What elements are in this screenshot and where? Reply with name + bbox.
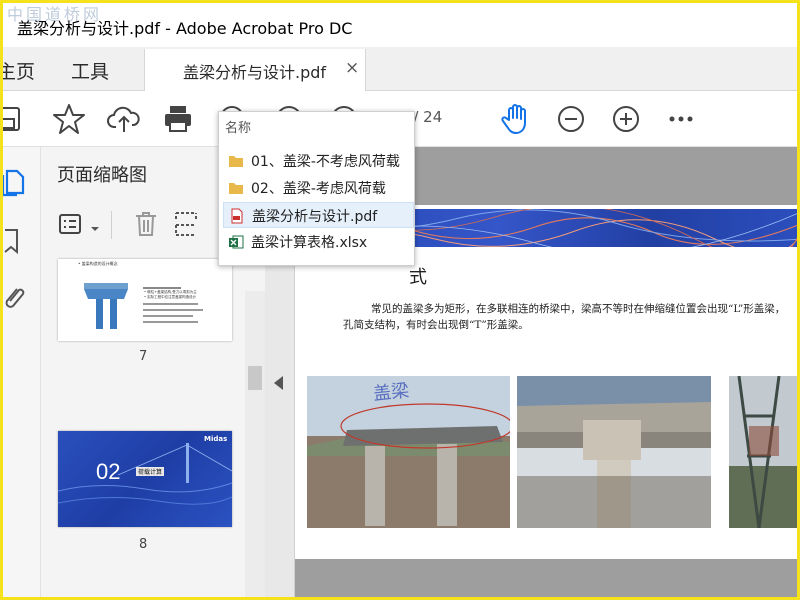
popup-item-label: 01、盖梁-不考虑风荷载 bbox=[251, 154, 400, 170]
tab-home[interactable]: 主页 bbox=[3, 57, 35, 84]
body-paragraph-line-2: 孔简支结构，有时会出现倒“T”形盖梁。 bbox=[343, 319, 529, 331]
thumbnail-page-7-graphic bbox=[84, 283, 203, 329]
thumbnails-scrollbar-thumb[interactable] bbox=[248, 366, 262, 390]
page-total: / 24 bbox=[413, 108, 443, 126]
title-bar: 中国道桥网 盖梁分析与设计.pdf - Adobe Acrobat Pro DC bbox=[3, 3, 797, 47]
hand-icon[interactable] bbox=[498, 101, 534, 137]
pier-cap-photo-2 bbox=[517, 376, 711, 528]
popup-column-header[interactable]: 名称 bbox=[225, 117, 251, 136]
excel-file-icon bbox=[228, 234, 244, 250]
toolbar-divider bbox=[111, 211, 112, 239]
attachment-icon[interactable] bbox=[3, 283, 29, 313]
thumbnail-page-7-number: 7 bbox=[139, 349, 148, 364]
tab-document-label: 盖梁分析与设计.pdf bbox=[183, 63, 327, 82]
thumbnail-page-8[interactable]: 02 荷载计算 Midas bbox=[58, 431, 232, 527]
print-icon[interactable] bbox=[160, 101, 196, 137]
pdf-file-icon bbox=[229, 208, 245, 224]
zoom-out-icon[interactable] bbox=[553, 101, 589, 137]
pier-cap-photo-1: 盖梁 bbox=[307, 376, 510, 528]
popup-item-label: 盖梁分析与设计.pdf bbox=[252, 209, 378, 225]
body-paragraph-line-1: 常见的盖梁多为矩形，在多联相连的桥梁中，梁高不等时在伸缩缝位置会出现“L”形盖梁… bbox=[371, 303, 786, 315]
trash-icon[interactable] bbox=[133, 209, 159, 239]
thumbnail-page-7[interactable]: • 盖梁构造的设计概念 • 墩柱+盖梁结构,受力以弯剪为主 • 实际工程中应注意… bbox=[58, 259, 232, 341]
tab-document[interactable]: 盖梁分析与设计.pdf × bbox=[144, 49, 366, 91]
popup-item-xlsx[interactable]: 盖梁计算表格.xlsx bbox=[223, 229, 414, 255]
thumbnails-scrollbar[interactable] bbox=[245, 291, 265, 597]
zoom-in-icon[interactable] bbox=[608, 101, 644, 137]
popup-item-label: 盖梁计算表格.xlsx bbox=[251, 235, 368, 251]
thumbnail-page-7-body: • 墩柱+盖梁结构,受力以弯剪为主 • 实际工程中应注意盖梁构造设计 bbox=[144, 290, 197, 299]
thumbnail-page-8-section-text: 荷载计算 bbox=[136, 467, 165, 476]
thumbnail-page-7-heading: • 盖梁构造的设计概念 bbox=[78, 261, 118, 266]
window-title: 盖梁分析与设计.pdf - Adobe Acrobat Pro DC bbox=[17, 19, 353, 38]
bookmark-icon[interactable] bbox=[3, 227, 29, 257]
section-heading: 式 bbox=[409, 267, 427, 288]
save-icon[interactable] bbox=[3, 101, 27, 137]
folder-icon bbox=[228, 180, 244, 196]
thumbnail-page-8-logo: Midas bbox=[204, 435, 228, 443]
more-icon[interactable] bbox=[663, 101, 699, 137]
chevron-down-icon[interactable] bbox=[90, 218, 100, 237]
acrobat-window: 中国道桥网 盖梁分析与设计.pdf - Adobe Acrobat Pro DC… bbox=[0, 0, 800, 600]
tab-tools[interactable]: 工具 bbox=[71, 57, 109, 84]
photo-annotation: 盖梁 bbox=[372, 380, 411, 405]
file-list-popup: 名称 01、盖梁-不考虑风荷载 02、盖梁-考虑风荷载 盖梁分析与设计.pdf … bbox=[218, 111, 415, 266]
tab-bar: 主页 工具 盖梁分析与设计.pdf × bbox=[3, 47, 797, 91]
popup-item-folder-2[interactable]: 02、盖梁-考虑风荷载 bbox=[223, 175, 414, 201]
thumbnails-panel-title: 页面缩略图 bbox=[57, 165, 147, 186]
page-thumbnails-icon[interactable] bbox=[3, 167, 29, 197]
popup-item-folder-1[interactable]: 01、盖梁-不考虑风荷载 bbox=[223, 148, 414, 174]
upload-icon[interactable] bbox=[106, 101, 142, 137]
thumbnail-page-8-section-number: 02 bbox=[96, 459, 121, 484]
thumbnail-page-8-number: 8 bbox=[139, 537, 148, 552]
pier-cap-photo-3 bbox=[729, 376, 797, 528]
popup-item-pdf[interactable]: 盖梁分析与设计.pdf bbox=[223, 202, 414, 228]
extract-pages-icon[interactable] bbox=[173, 209, 201, 239]
thumbnail-page-8-graphic bbox=[58, 443, 232, 505]
popup-item-label: 02、盖梁-考虑风荷载 bbox=[251, 181, 386, 197]
thumbnail-options-icon[interactable] bbox=[59, 213, 87, 237]
folder-icon bbox=[228, 153, 244, 169]
collapse-arrow-icon[interactable] bbox=[274, 376, 283, 390]
close-tab-icon[interactable]: × bbox=[345, 58, 359, 78]
star-icon[interactable] bbox=[51, 101, 87, 137]
left-rail bbox=[3, 147, 41, 597]
body-paragraph: 常见的盖梁多为矩形，在多联相连的桥梁中，梁高不等时在伸缩缝位置会出现“L”形盖梁… bbox=[343, 301, 797, 333]
